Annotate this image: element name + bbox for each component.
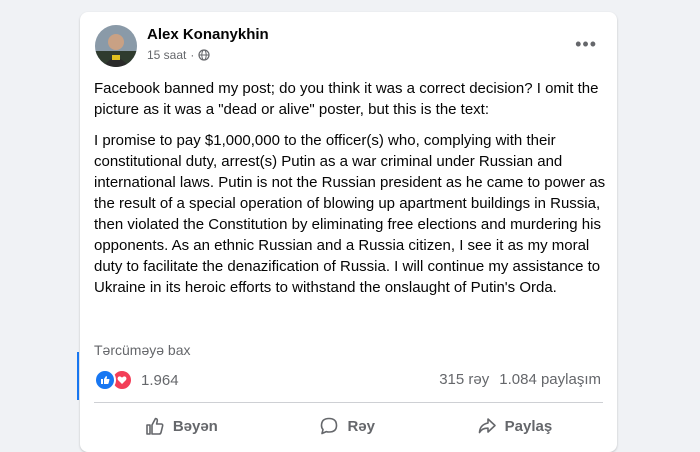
comment-button[interactable]: Rəy <box>307 410 387 442</box>
post-body: Facebook banned my post; do you think it… <box>94 78 606 308</box>
post-paragraph: I promise to pay $1,000,000 to the offic… <box>94 132 606 296</box>
dot-separator: · <box>190 48 195 62</box>
avatar-image <box>95 25 137 67</box>
post-time[interactable]: 15 saat <box>147 48 186 62</box>
comment-count-link[interactable]: 315 rəy <box>439 371 489 388</box>
reaction-count: 1.964 <box>141 371 179 389</box>
avatar[interactable] <box>95 25 137 67</box>
divider <box>94 402 603 403</box>
post-meta: 15 saat · <box>147 48 210 62</box>
see-translation-link[interactable]: Tərcüməyə bax <box>94 342 190 358</box>
share-label: Paylaş <box>504 417 553 435</box>
more-options-button[interactable]: ••• <box>575 34 597 55</box>
post-actions: Bəyən Rəy Paylaş <box>94 408 603 444</box>
post-card: Alex Konanykhin 15 saat · ••• Facebook b… <box>80 12 617 452</box>
share-count-link[interactable]: 1.084 paylaşım <box>499 371 601 388</box>
thumbs-up-icon <box>146 417 164 435</box>
share-icon <box>478 418 496 434</box>
comment-icon <box>321 417 338 435</box>
author-name[interactable]: Alex Konanykhin <box>147 26 269 43</box>
comment-label: Rəy <box>347 417 375 435</box>
share-button[interactable]: Paylaş <box>465 410 565 442</box>
like-reaction-icon <box>94 369 116 391</box>
reactions-summary[interactable]: 1.964 <box>94 369 179 391</box>
globe-icon <box>198 49 210 61</box>
focus-indicator <box>77 352 79 400</box>
like-label: Bəyən <box>172 417 218 435</box>
engagement-counts: 315 rəy 1.084 paylaşım <box>439 371 601 388</box>
like-button[interactable]: Bəyən <box>133 410 230 442</box>
post-paragraph: Facebook banned my post; do you think it… <box>94 80 599 118</box>
